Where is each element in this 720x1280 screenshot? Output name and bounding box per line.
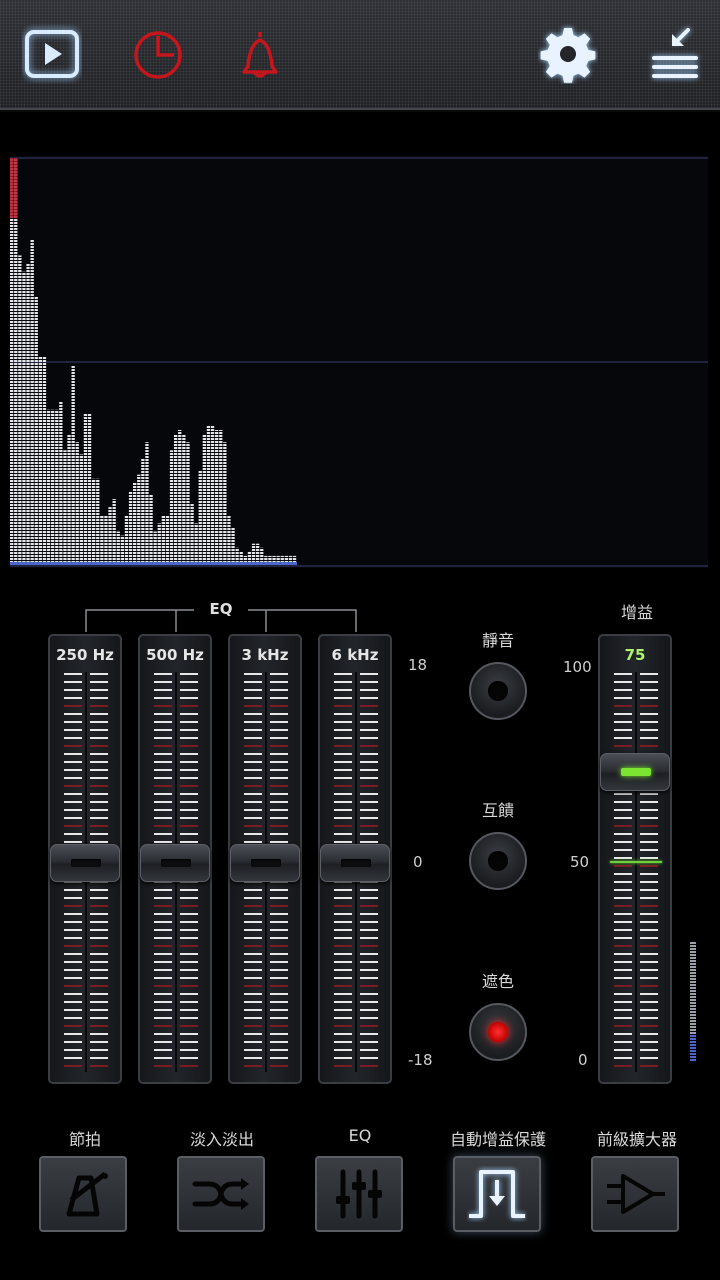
mute-indicator xyxy=(488,681,508,701)
meter-segment xyxy=(690,1005,696,1007)
meter-segment xyxy=(690,954,696,956)
auto-gain-protect-button[interactable] xyxy=(453,1156,541,1232)
meter-segment xyxy=(690,981,696,983)
mask-label: 遮色 xyxy=(481,972,514,991)
meter-segment xyxy=(690,1053,696,1055)
eq-scale-top: 18 xyxy=(408,656,428,674)
gain-title: 增益 xyxy=(620,603,653,622)
eq-slider-3khz[interactable]: 3 kHz xyxy=(228,634,302,1084)
meter-segment xyxy=(690,1041,696,1043)
meter-segment xyxy=(690,1011,696,1013)
meter-segment xyxy=(690,987,696,989)
eq-slider-knob[interactable] xyxy=(50,844,120,882)
slider-groove xyxy=(635,672,637,1072)
eq-scale-mid: 0 xyxy=(413,853,423,871)
feedback-button[interactable] xyxy=(469,832,527,890)
metronome-button[interactable] xyxy=(39,1156,127,1232)
meter-segment xyxy=(690,972,696,974)
crossfade-label: 淡入淡出 xyxy=(189,1130,254,1149)
meter-segment xyxy=(690,945,696,947)
eq-toggle-button[interactable] xyxy=(315,1156,403,1232)
meter-segment xyxy=(690,942,696,944)
meter-segment xyxy=(690,1032,696,1034)
meter-segment xyxy=(690,975,696,977)
preamp-amplifier-icon xyxy=(607,1174,665,1214)
meter-segment xyxy=(690,1056,696,1058)
auto-gain-protect-label: 自動增益保護 xyxy=(449,1130,546,1149)
gain-scale-top: 100 xyxy=(563,658,592,676)
output-level-meter xyxy=(690,942,696,1061)
meter-segment xyxy=(690,978,696,980)
meter-segment xyxy=(690,1050,696,1052)
meter-segment xyxy=(690,969,696,971)
metronome-label: 節拍 xyxy=(68,1130,101,1149)
meter-segment xyxy=(690,1047,696,1049)
eq-slider-500hz[interactable]: 500 Hz xyxy=(138,634,212,1084)
metronome-icon xyxy=(66,1172,108,1217)
meter-segment xyxy=(690,1038,696,1040)
equalizer-sliders-icon xyxy=(336,1169,382,1219)
meter-segment xyxy=(690,996,696,998)
eq-slider-6khz[interactable]: 6 kHz xyxy=(318,634,392,1084)
preamp-button[interactable] xyxy=(591,1156,679,1232)
eq-scale-bottom: -18 xyxy=(408,1051,433,1069)
meter-segment xyxy=(690,1014,696,1016)
meter-segment xyxy=(690,1044,696,1046)
mask-button[interactable] xyxy=(469,1003,527,1061)
gain-scale-mid: 50 xyxy=(570,853,590,871)
feedback-indicator xyxy=(488,851,508,871)
meter-segment xyxy=(690,1026,696,1028)
meter-segment xyxy=(690,1023,696,1025)
mute-button[interactable] xyxy=(469,662,527,720)
gain-center-mark xyxy=(610,861,662,863)
auto-gain-protect-icon xyxy=(469,1170,525,1218)
eq-slider-knob[interactable] xyxy=(320,844,390,882)
meter-segment xyxy=(690,948,696,950)
meter-segment xyxy=(690,1035,696,1037)
eq-group-title: EQ xyxy=(209,600,233,618)
eq-slider-knob[interactable] xyxy=(140,844,210,882)
meter-segment xyxy=(690,960,696,962)
meter-segment xyxy=(690,990,696,992)
meter-segment xyxy=(690,1059,696,1061)
meter-segment xyxy=(690,1029,696,1031)
mask-led-indicator xyxy=(488,1022,508,1042)
meter-segment xyxy=(690,1017,696,1019)
meter-segment xyxy=(690,957,696,959)
meter-segment xyxy=(690,966,696,968)
eq-group-bracket xyxy=(85,609,357,632)
meter-segment xyxy=(690,999,696,1001)
meter-segment xyxy=(690,963,696,965)
gain-scale-bottom: 0 xyxy=(578,1051,588,1069)
preamp-label: 前級擴大器 xyxy=(596,1130,677,1149)
eq-slider-knob[interactable] xyxy=(230,844,300,882)
meter-segment xyxy=(690,1002,696,1004)
meter-segment xyxy=(690,984,696,986)
eq-toggle-label: EQ xyxy=(348,1126,372,1145)
mute-label: 靜音 xyxy=(481,631,514,650)
shuffle-crossfade-icon xyxy=(192,1178,249,1210)
meter-segment xyxy=(690,1020,696,1022)
gain-slider[interactable]: 75 xyxy=(598,634,672,1084)
feedback-label: 互饋 xyxy=(481,801,514,820)
gain-slider-knob[interactable] xyxy=(600,753,670,791)
meter-segment xyxy=(690,951,696,953)
eq-slider-250hz[interactable]: 250 Hz xyxy=(48,634,122,1084)
crossfade-button[interactable] xyxy=(177,1156,265,1232)
meter-segment xyxy=(690,1008,696,1010)
meter-segment xyxy=(690,993,696,995)
